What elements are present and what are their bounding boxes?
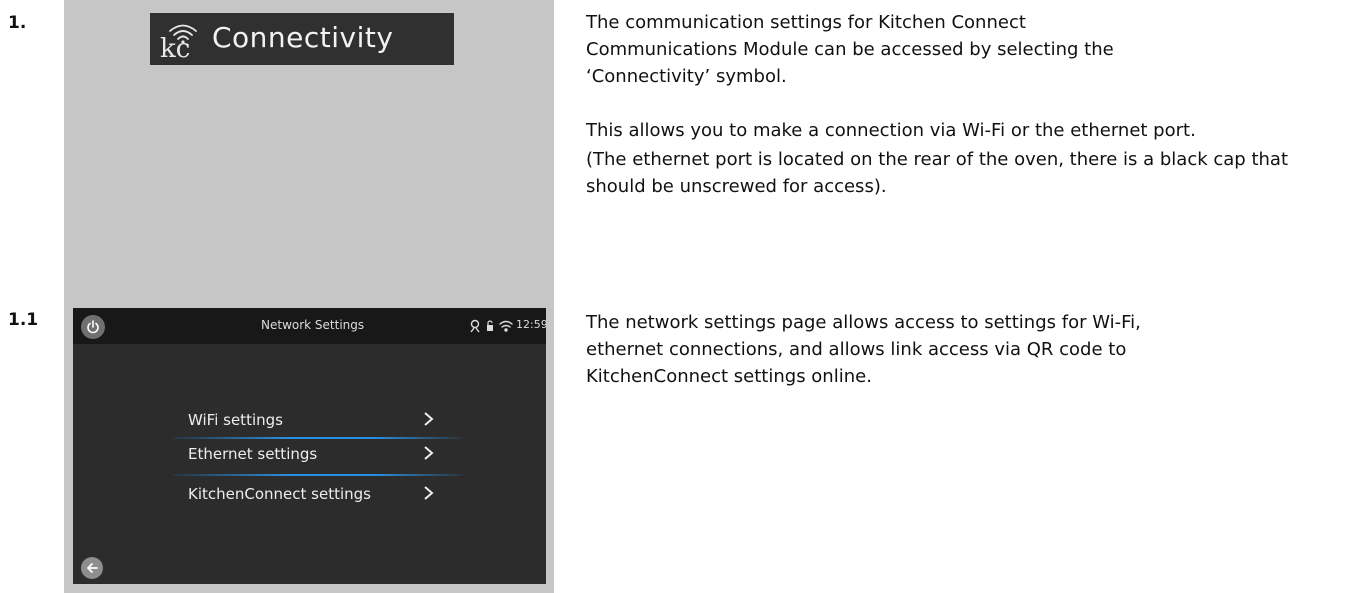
menu-item-label: KitchenConnect settings <box>188 485 371 503</box>
clock: 12:59 <box>516 318 546 331</box>
paragraph: (The ethernet port is located on the rea… <box>586 149 1288 197</box>
step-1-description: The communication settings for Kitchen C… <box>586 9 1306 200</box>
chef-icon <box>470 319 480 333</box>
back-arrow-icon <box>87 563 98 573</box>
wifi-icon <box>499 320 513 332</box>
menu-item-kitchenconnect-settings[interactable]: KitchenConnect settings <box>173 479 473 509</box>
status-icons <box>470 319 513 333</box>
chevron-right-icon <box>424 412 434 426</box>
kc-wifi-logo-icon: kc <box>160 24 197 61</box>
paragraph: This allows you to make a connection via… <box>586 120 1196 141</box>
status-bar: Network Settings 12:59 <box>73 308 546 344</box>
step-number-1-1: 1.1 <box>8 310 39 330</box>
chevron-right-icon <box>424 486 434 500</box>
lock-icon <box>487 320 493 331</box>
paragraph: The network settings page allows access … <box>586 312 1141 387</box>
menu-item-label: Ethernet settings <box>188 445 318 463</box>
network-settings-screen: Network Settings 12:59 WiFi settings Eth… <box>73 308 546 584</box>
menu-item-wifi-settings[interactable]: WiFi settings <box>173 405 473 435</box>
menu-item-label: WiFi settings <box>188 411 283 429</box>
paragraph: The communication settings for Kitchen C… <box>586 12 1114 87</box>
screen-title: Network Settings <box>261 318 365 332</box>
power-icon <box>87 320 99 334</box>
back-button[interactable] <box>81 557 103 579</box>
chevron-right-icon <box>424 446 434 460</box>
divider <box>173 474 463 476</box>
connectivity-label: Connectivity <box>212 21 394 54</box>
power-button[interactable] <box>81 315 105 339</box>
step-number-1: 1. <box>8 13 27 33</box>
menu-item-ethernet-settings[interactable]: Ethernet settings <box>173 439 473 469</box>
connectivity-banner[interactable]: kc Connectivity <box>150 13 454 65</box>
step-1-1-description: The network settings page allows access … <box>586 309 1146 390</box>
kc-logo-text: kc <box>160 34 190 61</box>
